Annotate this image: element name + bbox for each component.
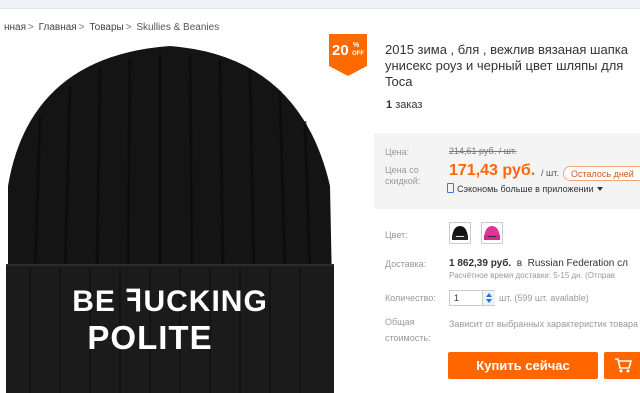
orders-label: заказ — [395, 99, 423, 111]
badge-percent-sign: % — [353, 42, 360, 49]
quantity-available: шт. (599 шт. available) — [499, 293, 589, 303]
chevron-down-icon — [596, 187, 603, 191]
app-promo-link[interactable]: Сэкономь больше в приложении — [447, 183, 603, 194]
shipping-preposition: в — [516, 258, 523, 269]
breadcrumb-item-current: Skullies & Beanies — [136, 22, 220, 33]
product-title-line: унисекс роуз и черный цвет шляпы для — [385, 58, 624, 73]
color-option-pink[interactable] — [481, 222, 503, 244]
breadcrumb-item-products[interactable]: Товары — [89, 22, 123, 33]
breadcrumb: нная > Главная > Товары > Skullies & Beanie… — [4, 22, 219, 33]
app-promo-label: Сэкономь больше в приложении — [457, 184, 594, 194]
badge-percent: 20 — [332, 42, 349, 59]
shipping-price: 1 862,39 руб. — [449, 258, 512, 269]
buy-now-button[interactable]: Купить сейчас — [448, 352, 598, 379]
old-price: 214,61 руб. / шт. — [449, 146, 517, 156]
color-label: Цвет: — [385, 230, 408, 240]
total-label-line: Общая — [385, 317, 415, 327]
breadcrumb-separator: > — [125, 22, 132, 33]
black-beanie-thumb — [450, 223, 470, 243]
quantity-stepper[interactable] — [482, 291, 495, 305]
shipping-info: 1 862,39 руб. в Russian Federation сл — [449, 258, 628, 269]
days-remaining-badge: Осталось дней — [563, 166, 640, 181]
total-text: Зависит от выбранных характеристик товар… — [449, 319, 638, 329]
top-bar — [0, 0, 640, 9]
price-label: Цена: — [385, 147, 410, 157]
discount-price-label: Цена со скидкой: — [385, 165, 420, 187]
product-title-line: 2015 зима , бля , вежлив вязаная шапка — [385, 42, 628, 57]
orders-number: 1 — [386, 99, 393, 111]
shipping-label: Доставка: — [385, 259, 427, 269]
breadcrumb-separator: > — [78, 22, 85, 33]
color-option-black[interactable] — [449, 222, 471, 244]
quantity-label: Количество: — [385, 293, 436, 303]
price-unit: / шт. — [541, 168, 559, 178]
cart-icon — [615, 358, 633, 373]
hat-text-bottom: POLITE — [87, 319, 212, 356]
discount-badge: 20 % OFF — [329, 34, 367, 76]
add-to-cart-button[interactable] — [604, 352, 640, 379]
product-image[interactable]: BE ꟻUCKING POLITE — [0, 36, 360, 393]
phone-icon — [447, 183, 454, 193]
breadcrumb-separator: > — [28, 22, 34, 33]
orders-count: 1 заказ — [386, 99, 422, 111]
total-label: Общая стоимость: — [385, 317, 431, 344]
sale-price: 171,43 руб. — [449, 162, 536, 179]
product-title: 2015 зима , бля , вежлив вязаная шапка у… — [385, 42, 640, 90]
total-label-line: стоимость: — [385, 333, 431, 343]
hat-text-top: BE ꟻUCKING — [72, 285, 268, 318]
pink-beanie-thumb — [482, 223, 502, 243]
delivery-estimate: Расчётное время доставки: 5-15 дн. (Отпр… — [449, 271, 616, 280]
shipping-destination[interactable]: Russian Federation сл — [528, 258, 628, 269]
increment-icon[interactable] — [486, 293, 492, 297]
decrement-icon[interactable] — [486, 299, 492, 303]
breadcrumb-item-main[interactable]: Главная — [39, 22, 77, 33]
beanie-illustration: BE ꟻUCKING POLITE — [6, 46, 334, 393]
discount-label-line: скидкой: — [385, 176, 421, 186]
badge-off: OFF — [352, 51, 364, 57]
discount-label-line: Цена со — [385, 165, 419, 175]
breadcrumb-item-home-partial[interactable]: нная — [4, 22, 26, 33]
product-title-line: Toca — [385, 74, 413, 89]
